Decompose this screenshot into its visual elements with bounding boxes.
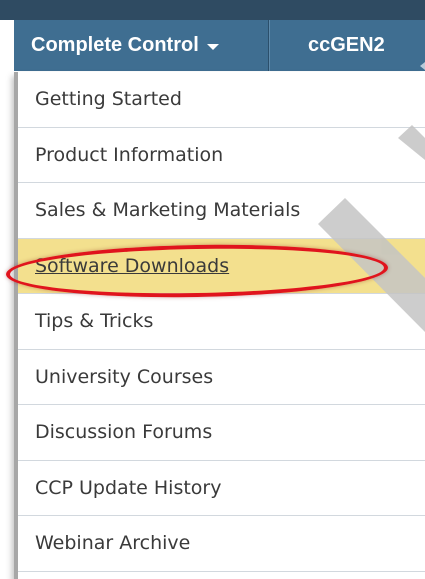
- menu-item-label: Discussion Forums: [35, 421, 213, 444]
- menu-item-product-information[interactable]: Product Information: [18, 128, 425, 183]
- menu-item-label: Product Information: [35, 143, 224, 166]
- menu-item-label: CCP Update History: [35, 476, 222, 499]
- menu-item-label: University Courses: [35, 365, 214, 388]
- menu-item-discussion-forums[interactable]: Discussion Forums: [18, 405, 425, 461]
- menu-item-ccp-update-history[interactable]: CCP Update History: [18, 461, 425, 516]
- nav-tab-complete-control[interactable]: Complete Control: [14, 20, 269, 71]
- menu-item-sales-marketing-materials[interactable]: Sales & Marketing Materials: [18, 183, 425, 239]
- menu-item-tips-tricks[interactable]: Tips & Tricks: [18, 294, 425, 350]
- dropdown-menu: Getting Started Product Information Sale…: [14, 72, 425, 579]
- menu-item-webinar-archive[interactable]: Webinar Archive: [18, 516, 425, 572]
- menu-item-label: Software Downloads: [35, 254, 230, 277]
- nav-tab-ccgen2[interactable]: ccGEN2: [269, 20, 425, 71]
- menu-item-getting-started[interactable]: Getting Started: [18, 72, 425, 128]
- menu-item-university-courses[interactable]: University Courses: [18, 350, 425, 405]
- nav-tab-label: ccGEN2: [308, 34, 385, 56]
- menu-item-label: Webinar Archive: [35, 532, 191, 555]
- menu-item-label: Tips & Tricks: [35, 310, 154, 333]
- caret-down-icon: [206, 44, 219, 50]
- menu-item-label: Getting Started: [35, 88, 182, 111]
- menu-item-software-downloads[interactable]: Software Downloads: [18, 238, 425, 294]
- page-top-strip: [0, 0, 425, 20]
- menu-item-label: Sales & Marketing Materials: [35, 199, 301, 222]
- main-nav-bar: Complete Control ccGEN2: [14, 20, 425, 71]
- caret-left-icon: [420, 62, 425, 70]
- nav-tab-label: Complete Control: [31, 34, 199, 56]
